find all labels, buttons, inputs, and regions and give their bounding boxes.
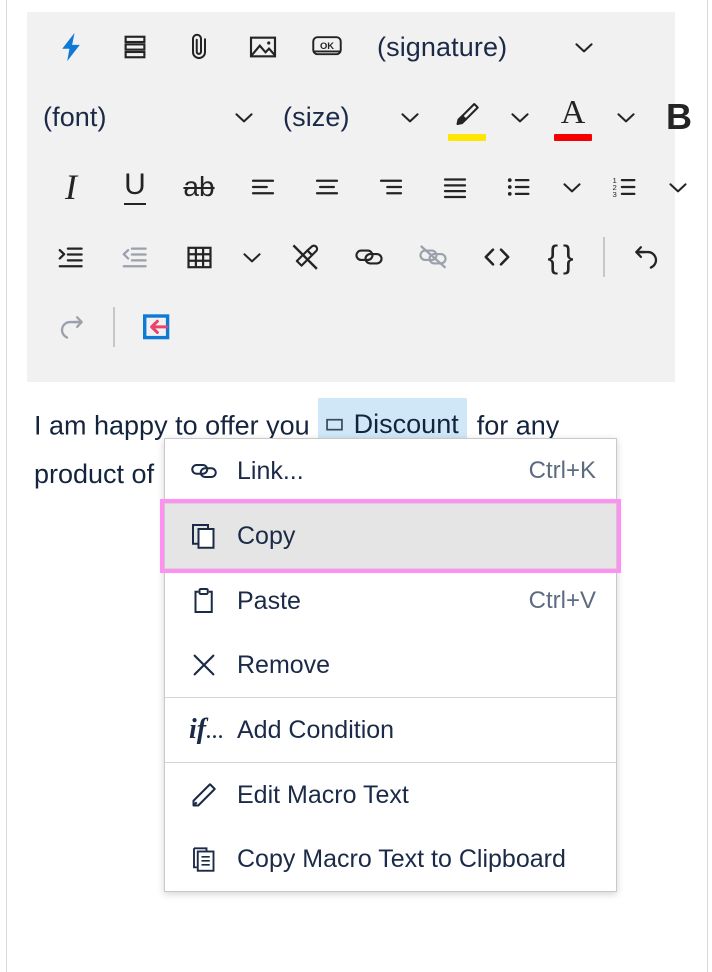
insert-image-icon[interactable] [231, 15, 295, 79]
font-color-chevron[interactable] [605, 85, 647, 149]
insert-table-icon[interactable] [167, 225, 231, 289]
highlight-color-swatch [448, 134, 486, 141]
menu-item-link[interactable]: Link... Ctrl+K [165, 439, 616, 503]
menu-item-copy-macro-text-label: Copy Macro Text to Clipboard [237, 844, 566, 873]
menu-item-paste[interactable]: Paste Ctrl+V [165, 569, 616, 633]
remove-link-icon[interactable] [401, 225, 465, 289]
menu-group-condition: if… Add Condition [165, 697, 616, 762]
highlight-color-chevron[interactable] [499, 85, 541, 149]
menu-group-copy: Copy [160, 499, 621, 573]
undo-icon[interactable] [615, 225, 679, 289]
signature-dropdown-chevron[interactable] [563, 15, 605, 79]
insert-table-chevron[interactable] [231, 225, 273, 289]
align-justify-icon[interactable] [423, 155, 487, 219]
toolbar-separator-2 [113, 307, 115, 347]
numbered-list-chevron[interactable] [657, 155, 699, 219]
link-icon [189, 456, 229, 486]
svg-text:OK: OK [320, 40, 334, 51]
increase-indent-icon[interactable] [39, 225, 103, 289]
menu-item-remove[interactable]: Remove [165, 633, 616, 697]
toolbar-row-4: { } [27, 222, 687, 292]
menu-item-copy[interactable]: Copy [160, 499, 621, 573]
menu-item-remove-label: Remove [237, 650, 331, 679]
paragraph-blocks-icon[interactable] [103, 15, 167, 79]
if-condition-icon: if… [189, 714, 225, 745]
bold-icon[interactable]: B [647, 85, 711, 149]
left-frame-rule [6, 0, 7, 972]
toolbar-row-1: OK (signature) [27, 12, 687, 82]
menu-group-link: Link... Ctrl+K [165, 439, 616, 503]
macro-braces-icon[interactable]: { } [529, 225, 593, 289]
numbered-list-icon[interactable]: 1 2 3 [593, 155, 657, 219]
pencil-edit-icon [189, 780, 229, 810]
body-text-before-macro: I am happy to offer you [34, 410, 310, 441]
menu-item-paste-accel: Ctrl+V [528, 587, 596, 614]
size-dropdown-label[interactable]: (size) [283, 85, 389, 149]
menu-group-paste-remove: Paste Ctrl+V Remove [165, 568, 616, 697]
toolbar-row-2: (font) (size) A B [27, 82, 692, 152]
email-editor-screen: OK (signature) (font) (size) A B I U ab … [0, 0, 712, 972]
remove-x-icon [189, 650, 229, 680]
menu-item-link-label: Link... [237, 456, 304, 485]
toolbar-separator [603, 237, 605, 277]
toolbar-row-5 [27, 292, 687, 362]
insert-macro-field-icon[interactable] [125, 295, 189, 359]
svg-text:3: 3 [613, 190, 617, 199]
bulleted-list-chevron[interactable] [551, 155, 593, 219]
ok-button-icon[interactable]: OK [295, 15, 359, 79]
macro-field-rect-icon [324, 414, 345, 435]
source-code-icon[interactable] [465, 225, 529, 289]
macro-context-menu: Link... Ctrl+K Copy Paste Ctrl+V Remove … [160, 438, 621, 892]
decrease-indent-icon[interactable] [103, 225, 167, 289]
bulleted-list-icon[interactable] [487, 155, 551, 219]
menu-item-add-condition[interactable]: if… Add Condition [165, 698, 616, 762]
signature-dropdown-label[interactable]: (signature) [377, 15, 507, 79]
font-dropdown-chevron[interactable] [223, 85, 265, 149]
quick-parts-lightning-icon[interactable] [39, 15, 103, 79]
paste-icon [189, 586, 229, 616]
align-center-icon[interactable] [295, 155, 359, 219]
attachment-paperclip-icon[interactable] [167, 15, 231, 79]
menu-item-edit-macro-text[interactable]: Edit Macro Text [165, 763, 616, 827]
font-color-icon[interactable]: A [541, 85, 605, 149]
strikethrough-icon[interactable]: ab [167, 155, 231, 219]
redo-icon[interactable] [39, 295, 103, 359]
menu-item-edit-macro-text-label: Edit Macro Text [237, 780, 409, 809]
font-color-swatch [554, 134, 592, 141]
menu-item-paste-label: Paste [237, 586, 301, 615]
body-text-after-macro: for any [476, 410, 560, 441]
font-dropdown-label[interactable]: (font) [43, 85, 223, 149]
menu-item-add-condition-label: Add Condition [237, 715, 395, 744]
formatting-toolbar: OK (signature) (font) (size) A B I U ab … [27, 12, 692, 382]
copy-document-icon [189, 844, 229, 874]
highlight-color-icon[interactable] [435, 85, 499, 149]
menu-item-copy-label: Copy [237, 521, 296, 550]
menu-group-macro-text: Edit Macro Text Copy Macro Text to Clipb… [165, 762, 616, 891]
toolbar-row-3: I U ab 1 2 3 [27, 152, 687, 222]
italic-icon[interactable]: I [39, 155, 103, 219]
align-left-icon[interactable] [231, 155, 295, 219]
clear-formatting-icon[interactable] [273, 225, 337, 289]
underline-icon[interactable]: U [103, 155, 167, 219]
insert-link-icon[interactable] [337, 225, 401, 289]
menu-item-link-accel: Ctrl+K [528, 457, 596, 484]
copy-icon [189, 521, 229, 551]
align-right-icon[interactable] [359, 155, 423, 219]
size-dropdown-chevron[interactable] [389, 85, 431, 149]
menu-item-copy-macro-text[interactable]: Copy Macro Text to Clipboard [165, 827, 616, 891]
